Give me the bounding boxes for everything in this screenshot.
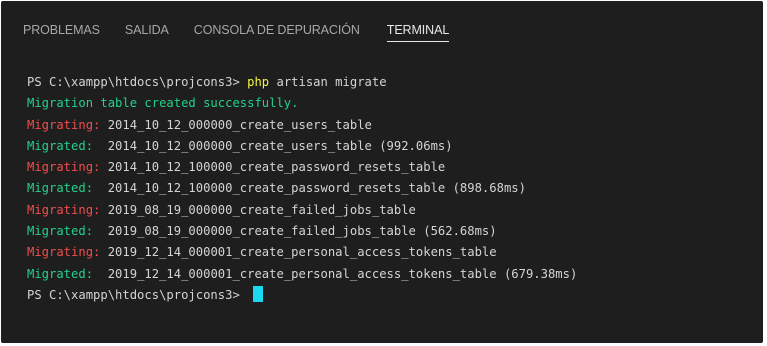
output-line-migrated: Migrated: 2019_08_19_000000_create_faile… [27,221,577,242]
command-args: artisan migrate [269,75,387,89]
migration-name: 2014_10_12_100000_create_password_resets… [107,160,446,175]
migrated-tag: Migrated: [27,266,108,281]
panel-tabs: PROBLEMAS SALIDA CONSOLA DE DEPURACIÓN T… [1,1,763,45]
tab-consola-depuracion[interactable]: CONSOLA DE DEPURACIÓN [194,1,360,45]
command-php: php [247,75,270,89]
terminal-panel: PROBLEMAS SALIDA CONSOLA DE DEPURACIÓN T… [1,1,763,343]
migrated-tag: Migrated: [27,138,108,153]
migration-name: 2019_08_19_000000_create_failed_jobs_tab… [107,224,497,239]
migration-name: 2014_10_12_000000_create_users_table (99… [107,138,453,153]
prompt-line: PS C:\xampp\htdocs\projcons3> [27,285,577,306]
output-line: Migration table created successfully. [27,96,299,111]
tab-salida[interactable]: SALIDA [125,1,169,45]
output-line-migrated: Migrated: 2019_12_14_000001_create_perso… [27,264,577,285]
migrating-tag: Migrating: [27,202,108,217]
output-line-migrated: Migrated: 2014_10_12_000000_create_users… [27,136,577,157]
output-line-migrated: Migrated: 2014_10_12_100000_create_passw… [27,178,577,199]
migrated-tag: Migrated: [27,224,108,239]
tab-terminal[interactable]: TERMINAL [386,1,450,45]
output-line-migrating: Migrating: 2019_08_19_000000_create_fail… [27,200,577,221]
output-line-migrating: Migrating: 2019_12_14_000001_create_pers… [27,242,577,263]
prompt: PS C:\xampp\htdocs\projcons3> [27,287,248,302]
terminal-output[interactable]: PS C:\xampp\htdocs\projcons3> php artisa… [27,72,577,306]
migration-name: 2019_08_19_000000_create_failed_jobs_tab… [107,202,416,217]
output-line-migrating: Migrating: 2014_10_12_100000_create_pass… [27,157,577,178]
migration-name: 2019_12_14_000001_create_personal_access… [107,266,578,281]
output-line-migrating: Migrating: 2014_10_12_000000_create_user… [27,115,577,136]
migrating-tag: Migrating: [27,117,108,132]
migrated-tag: Migrated: [27,181,108,196]
migrating-tag: Migrating: [27,245,108,260]
command-line: PS C:\xampp\htdocs\projcons3> php artisa… [27,72,577,93]
prompt: PS C:\xampp\htdocs\projcons3> [27,75,248,89]
tab-problemas[interactable]: PROBLEMAS [23,1,100,45]
migrating-tag: Migrating: [27,160,108,175]
terminal-cursor [253,285,264,302]
migration-name: 2014_10_12_100000_create_password_resets… [107,181,526,196]
migration-name: 2014_10_12_000000_create_users_table [107,117,372,132]
migration-name: 2019_12_14_000001_create_personal_access… [107,245,497,260]
